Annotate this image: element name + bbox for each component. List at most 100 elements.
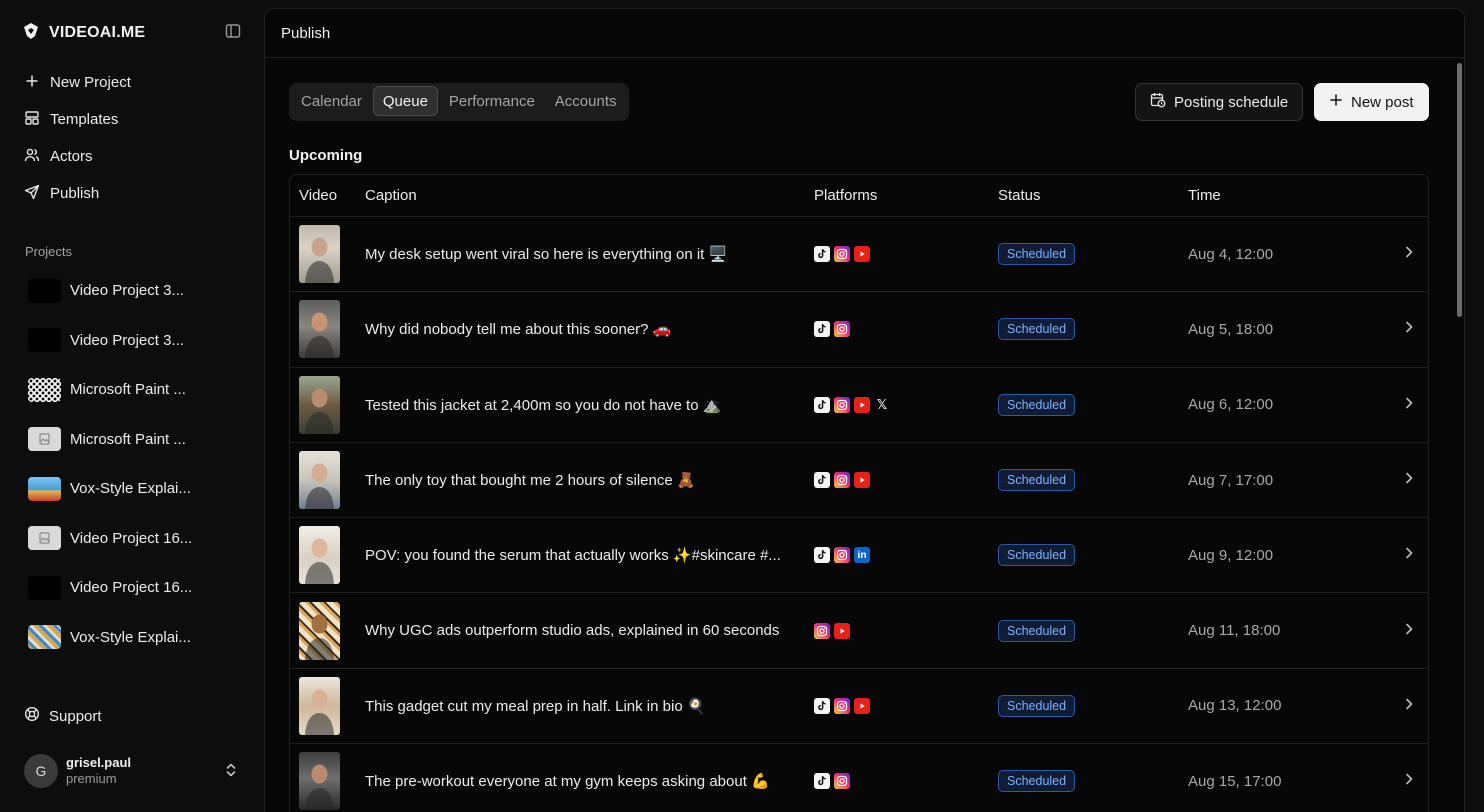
user-plan: premium <box>66 771 117 786</box>
platforms-cell <box>814 697 870 714</box>
video-thumbnail[interactable] <box>299 752 340 811</box>
video-cell <box>299 451 340 510</box>
support-label: Support <box>49 707 102 725</box>
chevron-right-icon[interactable] <box>1404 697 1414 715</box>
table-row[interactable]: Why did nobody tell me about this sooner… <box>290 292 1428 368</box>
calendar-clock-icon <box>1150 92 1166 112</box>
brand[interactable]: VIDEOAI.ME <box>22 22 145 44</box>
status-cell: Scheduled <box>998 694 1076 717</box>
project-thumbnail <box>28 625 61 650</box>
chevron-right-icon[interactable] <box>1404 320 1414 338</box>
status-badge: Scheduled <box>998 770 1076 793</box>
youtube-icon <box>854 396 870 413</box>
sidebar-toggle-button[interactable] <box>222 22 244 44</box>
status-cell: Scheduled <box>998 770 1076 793</box>
video-thumbnail[interactable] <box>299 676 340 735</box>
instagram-icon <box>834 697 850 714</box>
tab-queue[interactable]: Queue <box>372 86 438 116</box>
caption-text: The only toy that bought me 2 hours of s… <box>365 472 696 490</box>
chevron-right-icon[interactable] <box>1404 622 1414 640</box>
video-thumbnail[interactable] <box>299 225 340 284</box>
posting-schedule-label: Posting schedule <box>1174 93 1289 111</box>
tab-accounts[interactable]: Accounts <box>546 86 626 116</box>
video-thumbnail[interactable] <box>299 526 340 585</box>
new-post-button[interactable]: New post <box>1314 83 1429 121</box>
platforms-cell <box>814 321 850 338</box>
project-name: Video Project 16... <box>70 529 193 547</box>
nav-templates[interactable]: Templates <box>14 101 250 138</box>
posting-schedule-button[interactable]: Posting schedule <box>1135 83 1304 121</box>
scrollbar-thumb[interactable] <box>1457 63 1462 317</box>
scheduled-time: Aug 4, 12:00 <box>1188 245 1274 263</box>
tab-performance[interactable]: Performance <box>440 86 544 116</box>
platforms-cell <box>814 246 870 263</box>
table-row[interactable]: Tested this jacket at 2,400m so you do n… <box>290 368 1428 443</box>
youtube-icon <box>854 246 870 263</box>
page-title: Publish <box>281 24 331 42</box>
chevron-right-icon[interactable] <box>1404 546 1414 564</box>
chevron-right-icon[interactable] <box>1404 471 1414 489</box>
nav-publish[interactable]: Publish <box>14 175 250 212</box>
nav-actors[interactable]: Actors <box>14 138 250 175</box>
caption-text: Why UGC ads outperform studio ads, expla… <box>365 622 780 640</box>
view-tabs: Calendar Queue Performance Accounts <box>289 83 629 121</box>
project-item[interactable]: Vox-Style Explai... <box>14 613 250 663</box>
tiktok-icon <box>814 697 830 714</box>
project-item[interactable]: Video Project 16... <box>14 514 250 564</box>
table-row[interactable]: My desk setup went viral so here is ever… <box>290 217 1428 293</box>
project-item[interactable]: Video Project 3... <box>14 316 250 366</box>
chevrons-up-down-icon <box>224 762 238 782</box>
status-badge: Scheduled <box>998 243 1076 266</box>
nav-new-project[interactable]: New Project <box>14 64 250 101</box>
user-name: grisel.paul <box>66 755 132 770</box>
table-row[interactable]: This gadget cut my meal prep in half. Li… <box>290 669 1428 745</box>
project-name: Video Project 3... <box>70 331 184 349</box>
project-item[interactable]: Vox-Style Explai... <box>14 464 250 514</box>
chevron-right-icon[interactable] <box>1404 772 1414 790</box>
status-cell: Scheduled <box>998 393 1076 416</box>
image-placeholder-icon <box>39 433 50 445</box>
project-thumbnail <box>28 476 61 501</box>
main-nav: New Project Templates Actors Publish <box>14 64 250 212</box>
linkedin-icon: in <box>854 547 870 564</box>
video-thumbnail[interactable] <box>299 451 340 510</box>
table-row[interactable]: Why UGC ads outperform studio ads, expla… <box>290 593 1428 669</box>
status-badge: Scheduled <box>998 393 1076 416</box>
video-thumbnail[interactable] <box>299 375 340 434</box>
instagram-icon <box>834 547 850 564</box>
column-header-time: Time <box>1188 187 1221 204</box>
section-title: Upcoming <box>289 147 363 164</box>
app-window: VIDEOAI.ME New Project Templates Actors <box>0 0 1484 812</box>
new-post-label: New post <box>1351 93 1414 111</box>
chevron-right-icon[interactable] <box>1404 245 1414 263</box>
sidebar: VIDEOAI.ME New Project Templates Actors <box>0 0 264 812</box>
table-row[interactable]: The only toy that bought me 2 hours of s… <box>290 443 1428 519</box>
user-menu[interactable]: G grisel.paul premium <box>14 748 250 794</box>
platforms-cell: in <box>814 547 870 564</box>
column-header-video: Video <box>299 187 338 204</box>
caption-text: My desk setup went viral so here is ever… <box>365 246 728 264</box>
platforms-cell <box>814 622 850 639</box>
video-cell <box>299 526 340 585</box>
project-item[interactable]: Video Project 3... <box>14 266 250 316</box>
table-row[interactable]: The pre-workout everyone at my gym keeps… <box>290 744 1428 812</box>
send-icon <box>24 184 40 204</box>
project-item[interactable]: Video Project 16... <box>14 563 250 613</box>
image-placeholder-icon <box>39 532 50 544</box>
chevron-right-icon[interactable] <box>1404 396 1414 414</box>
scheduled-time: Aug 11, 18:00 <box>1188 622 1281 640</box>
video-thumbnail[interactable] <box>299 300 340 359</box>
scrollbar[interactable] <box>1456 59 1464 812</box>
support-link[interactable]: Support <box>14 700 250 732</box>
project-item[interactable]: Microsoft Paint ... <box>14 365 250 415</box>
user-meta: grisel.paul premium <box>66 755 131 787</box>
projects-list: Video Project 3... Video Project 3... Micr… <box>14 266 250 682</box>
project-thumbnail <box>28 575 61 600</box>
table-row[interactable]: POV: you found the serum that actually w… <box>290 518 1428 594</box>
project-item[interactable]: Microsoft Paint ... <box>14 415 250 465</box>
tiktok-icon <box>814 773 830 790</box>
video-thumbnail[interactable] <box>299 601 340 660</box>
status-cell: Scheduled <box>998 469 1076 492</box>
tab-calendar[interactable]: Calendar <box>292 86 371 116</box>
youtube-icon <box>834 622 850 639</box>
